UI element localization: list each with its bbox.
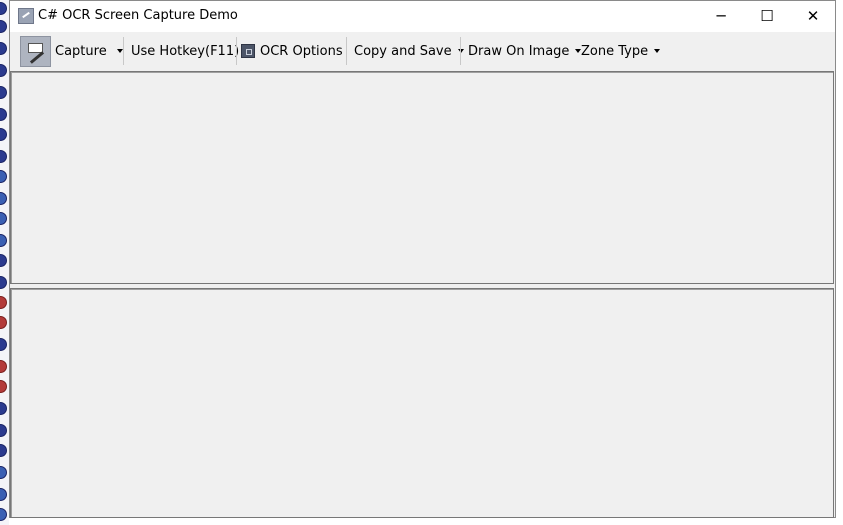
toolbar: Capture Use Hotkey(F11) OCR Options Copy…: [10, 32, 835, 70]
capture-icon: [20, 35, 51, 67]
toolbar-separator: [346, 37, 347, 65]
desktop-shortcut-icon[interactable]: [0, 316, 7, 329]
copy-and-save-button[interactable]: Copy and Save: [354, 32, 464, 70]
desktop-shortcut-icon[interactable]: [0, 360, 7, 373]
desktop-shortcut-icon[interactable]: [0, 466, 7, 479]
desktop-shortcut-icon[interactable]: [0, 234, 7, 247]
desktop-shortcut-icon[interactable]: [0, 170, 7, 183]
close-button[interactable]: ✕: [790, 1, 836, 32]
desktop-shortcut-icon[interactable]: [0, 380, 7, 393]
desktop-shortcut-icon[interactable]: [0, 192, 7, 205]
chevron-down-icon[interactable]: [116, 49, 123, 53]
desktop-shortcut-icon[interactable]: [0, 128, 7, 141]
desktop-shortcut-icon[interactable]: [0, 2, 7, 15]
title-bar[interactable]: C# OCR Screen Capture Demo ─ ☐ ✕: [10, 1, 835, 32]
desktop-shortcut-icon[interactable]: [0, 108, 7, 121]
desktop-shortcut-icon[interactable]: [0, 150, 7, 163]
desktop-shortcut-icon[interactable]: [0, 276, 7, 289]
ocr-result-panel[interactable]: [10, 288, 834, 518]
desktop-shortcut-icon[interactable]: [0, 64, 7, 77]
capture-button[interactable]: Capture: [20, 32, 123, 70]
desktop-shortcut-icon[interactable]: [0, 254, 7, 267]
app-window: C# OCR Screen Capture Demo ─ ☐ ✕ Capture…: [9, 0, 836, 518]
desktop-shortcut-icon[interactable]: [0, 488, 7, 501]
desktop-shortcut-icon[interactable]: [0, 444, 7, 457]
zone-type-label: Zone Type: [581, 43, 649, 59]
ocr-options-icon: [241, 44, 255, 58]
zone-type-button[interactable]: Zone Type: [581, 32, 661, 70]
desktop-shortcut-icon[interactable]: [0, 424, 7, 437]
use-hotkey-label: Use Hotkey(F11): [131, 43, 240, 59]
desktop-shortcut-icon[interactable]: [0, 508, 7, 521]
desktop-shortcut-icon[interactable]: [0, 402, 7, 415]
toolbar-separator: [123, 37, 124, 65]
use-hotkey-button[interactable]: Use Hotkey(F11): [131, 32, 239, 70]
window-title: C# OCR Screen Capture Demo: [38, 8, 238, 23]
desktop-shortcut-icon[interactable]: [0, 86, 7, 99]
desktop-shortcut-icon[interactable]: [0, 296, 7, 309]
app-icon: [18, 8, 34, 24]
chevron-down-icon: [654, 49, 661, 53]
draw-on-image-button[interactable]: Draw On Image: [468, 32, 582, 70]
minimize-button[interactable]: ─: [698, 1, 744, 32]
desktop-strip: [0, 0, 9, 525]
captured-image-panel[interactable]: [10, 71, 834, 284]
capture-label: Capture: [55, 43, 107, 59]
desktop-shortcut-icon[interactable]: [0, 338, 7, 351]
draw-on-image-label: Draw On Image: [468, 43, 570, 59]
ocr-options-button[interactable]: OCR Options: [241, 32, 343, 70]
desktop-shortcut-icon[interactable]: [0, 20, 7, 33]
copy-and-save-label: Copy and Save: [354, 43, 452, 59]
ocr-options-label: OCR Options: [260, 43, 343, 59]
toolbar-separator: [236, 37, 237, 65]
desktop-shortcut-icon[interactable]: [0, 212, 7, 225]
toolbar-separator: [460, 37, 461, 65]
desktop-shortcut-icon[interactable]: [0, 42, 7, 55]
maximize-button[interactable]: ☐: [744, 1, 790, 32]
